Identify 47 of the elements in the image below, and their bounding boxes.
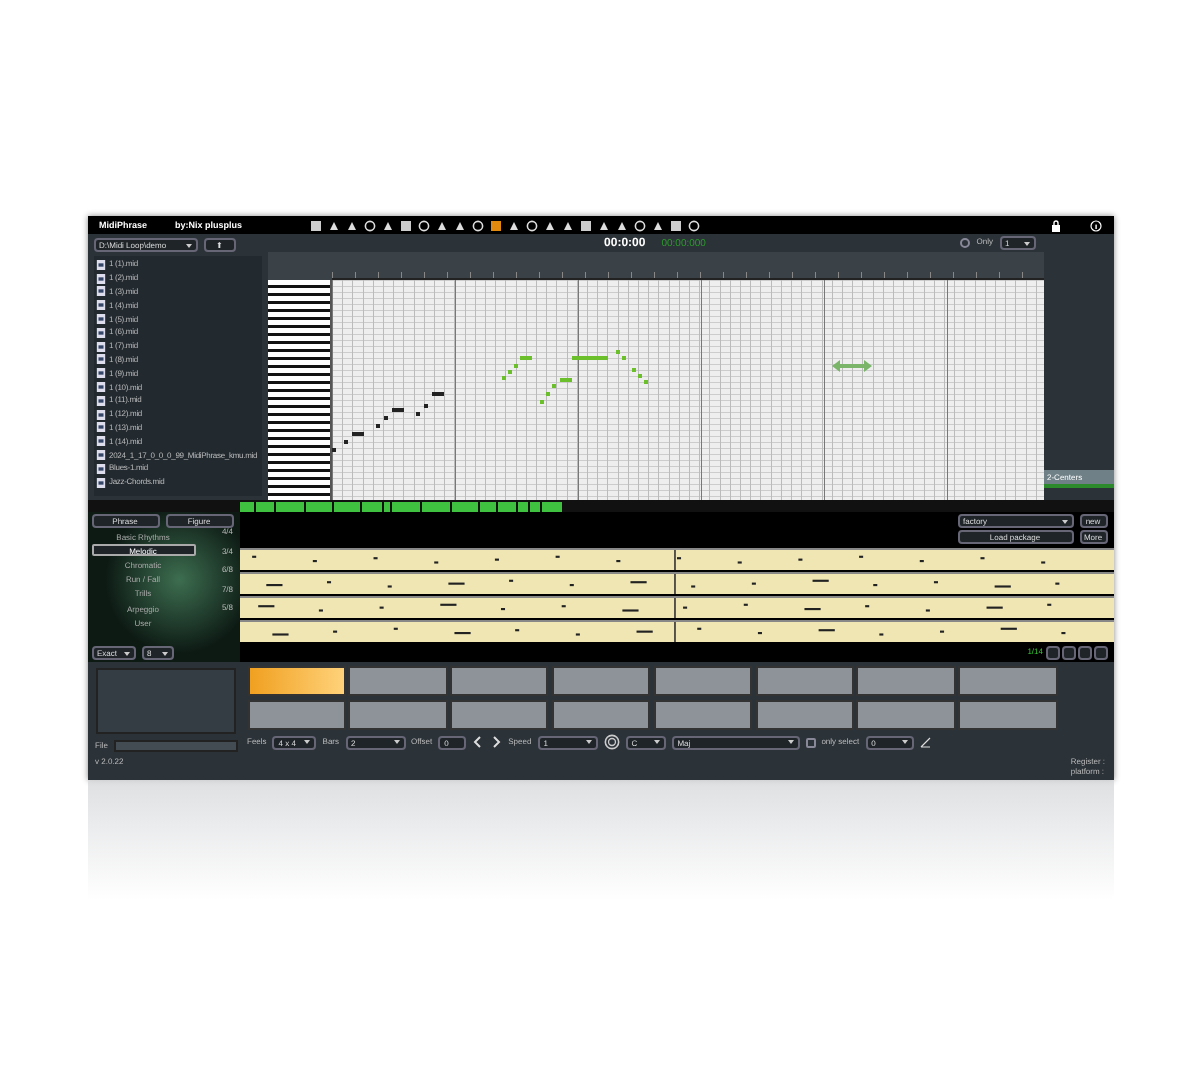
pattern-thumbnail[interactable] — [247, 699, 346, 729]
file-icon — [95, 477, 105, 488]
pattern-thumbnail[interactable] — [755, 699, 854, 729]
only-checkbox[interactable] — [960, 238, 971, 248]
pattern-thumbnail[interactable] — [958, 666, 1057, 696]
pattern-segment[interactable] — [479, 501, 495, 511]
pattern-thumbnail[interactable] — [551, 666, 651, 696]
pattern-segment[interactable] — [391, 501, 419, 511]
info-icon[interactable] — [1089, 219, 1101, 231]
pattern-thumbnail[interactable] — [348, 666, 448, 696]
reset-circle-icon[interactable] — [603, 734, 620, 750]
pattern-segment[interactable] — [383, 501, 389, 511]
pattern-segment[interactable] — [333, 501, 359, 511]
pattern-segment[interactable] — [497, 501, 515, 511]
pattern-thumbnail[interactable] — [958, 699, 1057, 729]
file-icon — [95, 368, 105, 379]
pattern-segment[interactable] — [361, 501, 381, 511]
only-select-checkbox[interactable] — [805, 737, 816, 747]
piano-keyboard[interactable] — [267, 280, 331, 500]
pattern-segment[interactable] — [517, 501, 527, 511]
pattern-thumbnail[interactable] — [551, 699, 651, 729]
pattern-thumbnail[interactable] — [348, 699, 448, 729]
file-field[interactable] — [113, 740, 238, 752]
pattern-segment[interactable] — [451, 501, 477, 511]
pattern-thumbnail[interactable] — [856, 699, 956, 729]
pattern-thumbnail[interactable] — [653, 699, 753, 729]
right-chevron-icon[interactable] — [490, 736, 503, 748]
preview-panel — [95, 668, 235, 734]
pattern-thumbnail[interactable] — [856, 666, 956, 696]
pattern-segment[interactable] — [421, 501, 449, 511]
file-icon — [95, 300, 105, 311]
pattern-thumbnail[interactable] — [450, 666, 549, 696]
left-chevron-icon[interactable] — [472, 736, 485, 748]
pattern-thumbnail[interactable] — [450, 699, 549, 729]
lock-icon[interactable] — [1049, 219, 1061, 231]
pen-icon[interactable] — [919, 736, 932, 748]
file-icon — [95, 259, 105, 270]
pattern-segment[interactable] — [541, 501, 561, 511]
file-icon — [95, 436, 105, 447]
pattern-thumbnail[interactable] — [755, 666, 854, 696]
pattern-segment[interactable] — [305, 501, 331, 511]
pattern-thumbnail[interactable] — [247, 666, 346, 696]
pattern-thumbnail[interactable] — [653, 666, 753, 696]
pattern-segment[interactable] — [529, 501, 539, 511]
pattern-segment[interactable] — [255, 501, 273, 511]
pattern-segment[interactable] — [275, 501, 303, 511]
pattern-segment[interactable] — [239, 501, 253, 511]
